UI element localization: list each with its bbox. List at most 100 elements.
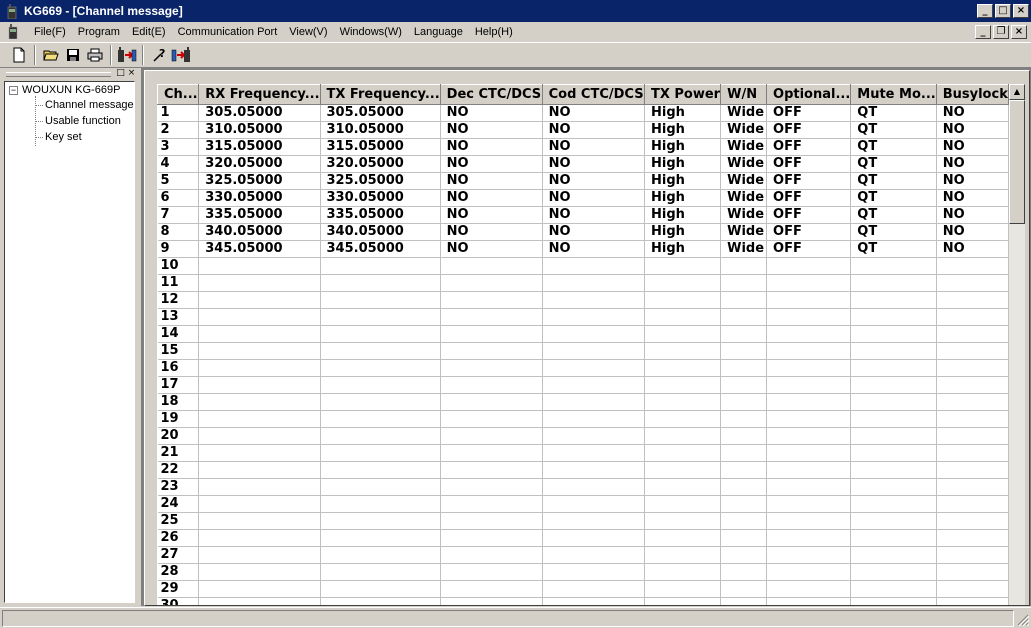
table-row[interactable]: 6 330.05000 330.05000 NO NO High Wide OFF QT NO: [157, 189, 1009, 207]
table-cell[interactable]: [440, 580, 543, 598]
table-cell[interactable]: [720, 546, 768, 564]
table-cell[interactable]: [766, 546, 852, 564]
table-cell[interactable]: [936, 461, 1009, 479]
table-cell[interactable]: [320, 444, 441, 462]
table-cell[interactable]: Wide: [720, 223, 768, 241]
table-cell[interactable]: [644, 512, 722, 530]
table-cell[interactable]: [720, 257, 768, 275]
table-cell[interactable]: [198, 291, 321, 309]
table-cell[interactable]: [720, 444, 768, 462]
table-cell[interactable]: [850, 257, 937, 275]
table-cell[interactable]: [936, 444, 1009, 462]
table-cell[interactable]: [936, 580, 1009, 598]
table-cell[interactable]: [766, 444, 852, 462]
table-cell[interactable]: [542, 393, 645, 411]
table-cell[interactable]: [542, 308, 645, 326]
table-cell[interactable]: [850, 427, 937, 445]
write-to-radio-icon[interactable]: [170, 44, 192, 66]
table-row[interactable]: 9 345.05000 345.05000 NO NO High Wide OFF QT NO: [157, 240, 1009, 258]
table-cell[interactable]: [766, 410, 852, 428]
menu-windows[interactable]: Windows(W): [334, 23, 408, 41]
table-cell[interactable]: [440, 359, 543, 377]
table-cell[interactable]: [850, 478, 937, 496]
table-cell[interactable]: NO: [440, 121, 543, 139]
table-cell[interactable]: [720, 274, 768, 292]
table-cell[interactable]: [440, 495, 543, 513]
table-cell[interactable]: [644, 478, 722, 496]
table-cell[interactable]: High: [644, 155, 722, 173]
close-button[interactable]: ×: [1013, 4, 1029, 18]
table-cell[interactable]: [440, 512, 543, 530]
table-cell[interactable]: [850, 410, 937, 428]
table-row[interactable]: 1 305.05000 305.05000 NO NO High Wide OFF QT NO: [157, 104, 1009, 122]
table-cell[interactable]: 330.05000: [198, 189, 321, 207]
table-cell[interactable]: [720, 325, 768, 343]
tree-item-usable-function[interactable]: Usable function: [45, 115, 121, 127]
table-cell[interactable]: NO: [440, 155, 543, 173]
table-cell[interactable]: [720, 495, 768, 513]
table-cell[interactable]: High: [644, 138, 722, 156]
table-cell[interactable]: [936, 427, 1009, 445]
table-cell[interactable]: [198, 410, 321, 428]
table-cell[interactable]: High: [644, 240, 722, 258]
table-cell[interactable]: [936, 512, 1009, 530]
table-row[interactable]: 27: [157, 546, 1009, 564]
menu-communication-port[interactable]: Communication Port: [172, 23, 284, 41]
title-bar[interactable]: KG669 - [Channel message] _ □ ×: [0, 0, 1031, 22]
open-folder-icon[interactable]: [40, 44, 62, 66]
table-cell[interactable]: [766, 529, 852, 547]
table-cell[interactable]: [542, 291, 645, 309]
channel-number-cell[interactable]: 10: [157, 257, 200, 275]
table-cell[interactable]: [198, 308, 321, 326]
channel-number-cell[interactable]: 9: [157, 240, 200, 258]
table-cell[interactable]: Wide: [720, 104, 768, 122]
table-cell[interactable]: [720, 512, 768, 530]
table-cell[interactable]: NO: [936, 206, 1009, 224]
table-cell[interactable]: [644, 376, 722, 394]
channel-number-cell[interactable]: 2: [157, 121, 200, 139]
table-cell[interactable]: NO: [936, 104, 1009, 122]
table-cell[interactable]: [644, 580, 722, 598]
table-cell[interactable]: [440, 393, 543, 411]
print-icon[interactable]: [84, 44, 106, 66]
table-cell[interactable]: [542, 478, 645, 496]
table-cell[interactable]: OFF: [766, 155, 852, 173]
table-cell[interactable]: QT: [850, 206, 937, 224]
table-row[interactable]: 3 315.05000 315.05000 NO NO High Wide OFF QT NO: [157, 138, 1009, 156]
table-cell[interactable]: [936, 257, 1009, 275]
table-cell[interactable]: NO: [440, 104, 543, 122]
table-cell[interactable]: [542, 580, 645, 598]
table-cell[interactable]: [320, 291, 441, 309]
table-cell[interactable]: [320, 325, 441, 343]
channel-number-cell[interactable]: 14: [157, 325, 200, 343]
table-cell[interactable]: Wide: [720, 206, 768, 224]
table-cell[interactable]: [766, 308, 852, 326]
table-cell[interactable]: [198, 325, 321, 343]
table-cell[interactable]: NO: [936, 189, 1009, 207]
table-cell[interactable]: OFF: [766, 189, 852, 207]
minimize-button[interactable]: _: [977, 4, 993, 18]
table-cell[interactable]: [440, 444, 543, 462]
table-row[interactable]: 19: [157, 410, 1009, 428]
table-cell[interactable]: [644, 410, 722, 428]
table-cell[interactable]: [936, 359, 1009, 377]
table-cell[interactable]: NO: [440, 240, 543, 258]
table-cell[interactable]: [644, 597, 722, 605]
table-cell[interactable]: [440, 342, 543, 360]
table-cell[interactable]: [850, 444, 937, 462]
table-cell[interactable]: [644, 342, 722, 360]
table-cell[interactable]: NO: [542, 223, 645, 241]
table-cell[interactable]: [320, 410, 441, 428]
table-cell[interactable]: [440, 461, 543, 479]
channel-number-cell[interactable]: 8: [157, 223, 200, 241]
menu-edit[interactable]: Edit(E): [126, 23, 172, 41]
table-cell[interactable]: [766, 427, 852, 445]
table-cell[interactable]: [320, 427, 441, 445]
table-cell[interactable]: [720, 376, 768, 394]
table-cell[interactable]: [850, 546, 937, 564]
menu-help[interactable]: Help(H): [469, 23, 519, 41]
column-header[interactable]: W/N: [720, 84, 768, 105]
table-cell[interactable]: [320, 274, 441, 292]
table-cell[interactable]: Wide: [720, 121, 768, 139]
menu-program[interactable]: Program: [72, 23, 126, 41]
